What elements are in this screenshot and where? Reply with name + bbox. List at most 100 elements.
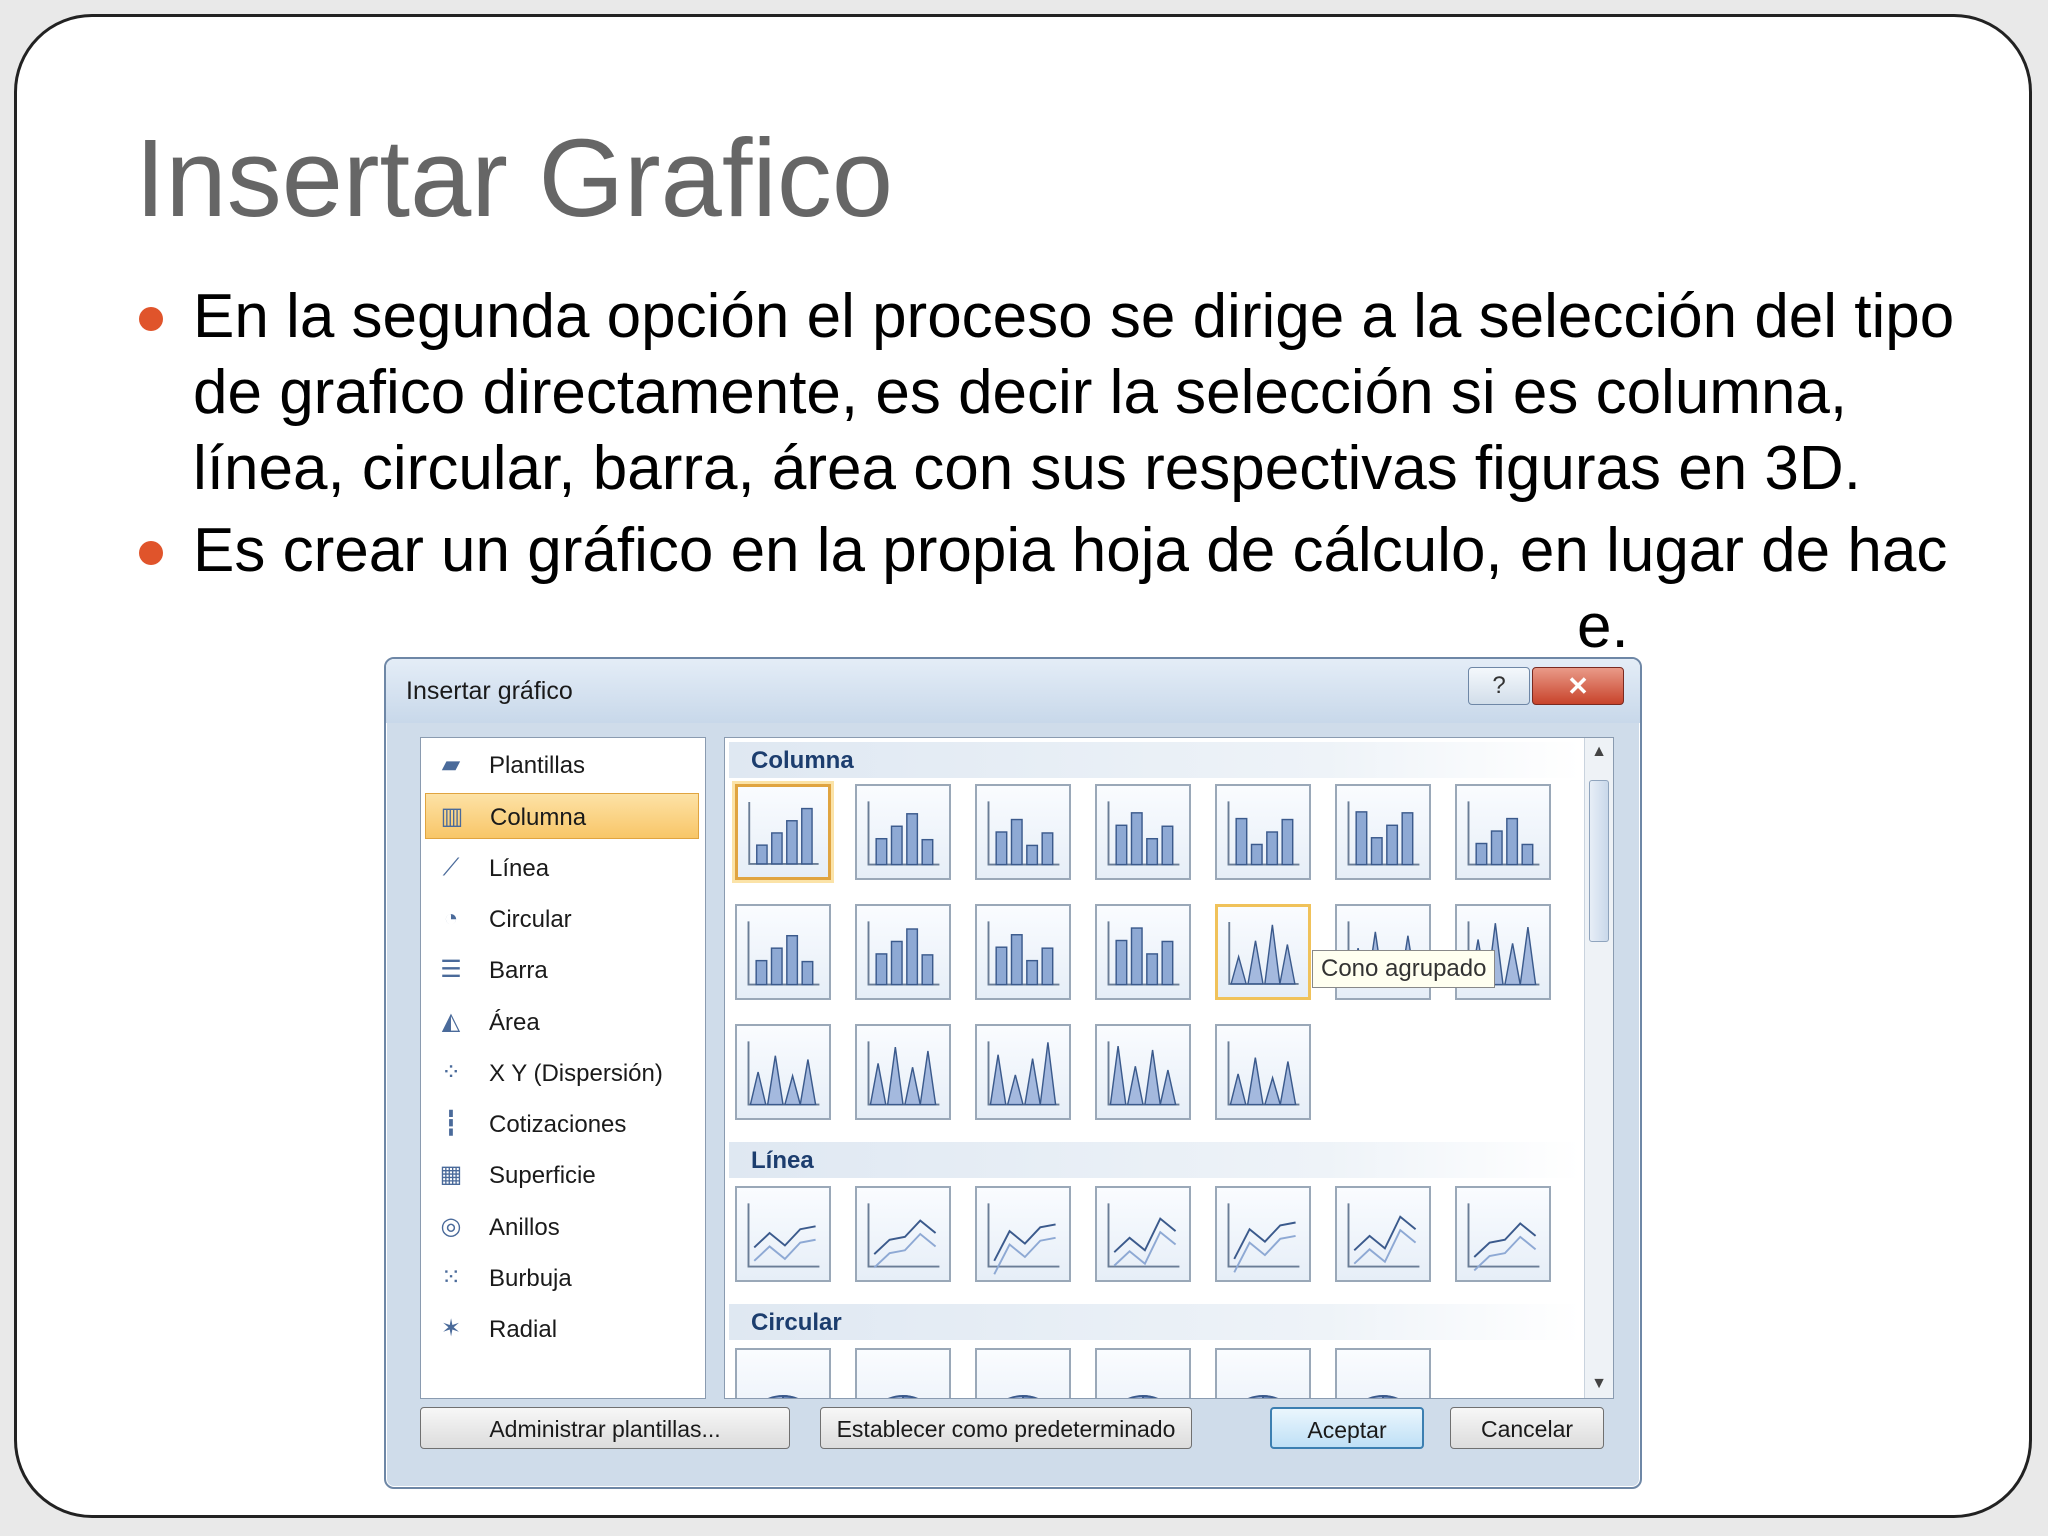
line-icon <box>1227 1203 1300 1273</box>
category-item[interactable]: ⟋ Línea <box>425 845 699 891</box>
column-icon <box>747 921 820 986</box>
line-icon <box>1467 1203 1540 1272</box>
column-chart-icon: ▥ <box>440 803 464 831</box>
column-icon <box>867 921 940 986</box>
bullet-dot-icon <box>139 307 163 331</box>
column-chart-thumbnail[interactable] <box>735 784 831 880</box>
line-chart-thumbnail[interactable] <box>1095 1186 1191 1282</box>
cone-icon <box>1107 1041 1180 1106</box>
line-icon <box>1107 1203 1180 1268</box>
pie-chart-thumbnail[interactable] <box>1335 1348 1431 1398</box>
close-button[interactable]: ✕ <box>1532 667 1624 705</box>
category-item[interactable]: ⁙ Burbuja <box>425 1255 699 1301</box>
pie-chart-thumbnail[interactable] <box>735 1348 831 1398</box>
bullet-text: Es crear un gráfico en la propia hoja de… <box>193 516 1948 585</box>
bullet-item: Es crear un gráfico en la propia hoja de… <box>129 513 1973 661</box>
pie-chart-thumbnail[interactable] <box>975 1348 1071 1398</box>
column-icon <box>1107 921 1180 986</box>
cone-chart-thumbnail[interactable] <box>855 1024 951 1120</box>
category-label: Anillos <box>489 1213 560 1241</box>
column-chart-thumbnail[interactable] <box>1215 784 1311 880</box>
column-icon <box>1227 801 1300 866</box>
line-chart-thumbnail[interactable] <box>735 1186 831 1282</box>
cone-chart-thumbnail[interactable] <box>1215 1024 1311 1120</box>
category-label: Barra <box>489 957 548 985</box>
cone-chart-thumbnail[interactable] <box>735 1024 831 1120</box>
pie-icon <box>1368 1395 1398 1398</box>
line-icon <box>747 1203 820 1268</box>
column-chart-thumbnail[interactable] <box>1335 784 1431 880</box>
chart-category-list: ▰ Plantillas ▥ Columna ⟋ Línea ◔ Circular ☰ Barra… <box>420 737 706 1399</box>
category-item[interactable]: ◎ Anillos <box>425 1204 699 1250</box>
category-item[interactable]: ☰ Barra <box>425 947 699 993</box>
column-icon <box>1107 801 1180 866</box>
column-chart-thumbnail[interactable] <box>975 904 1071 1000</box>
category-label: Columna <box>490 804 587 832</box>
set-default-button[interactable]: Establecer como predeterminado <box>820 1407 1192 1449</box>
doughnut-chart-icon: ◎ <box>440 1212 462 1240</box>
column-chart-thumbnail[interactable] <box>735 904 831 1000</box>
pie-icon <box>1248 1395 1278 1398</box>
column-chart-thumbnail[interactable] <box>855 904 951 1000</box>
dialog-titlebar[interactable]: Insertar gráfico ? ✕ <box>386 659 1640 723</box>
section-header-linea: Línea <box>729 1142 1581 1178</box>
bubble-chart-icon: ⁙ <box>440 1264 462 1291</box>
category-label: Área <box>489 1008 540 1036</box>
cone-icon <box>867 1041 940 1106</box>
manage-templates-button[interactable]: Administrar plantillas... <box>420 1407 790 1449</box>
bullet-dot-icon <box>139 541 163 565</box>
column-chart-thumbnail[interactable] <box>1095 904 1191 1000</box>
cone-chart-thumbnail[interactable] <box>975 1024 1071 1120</box>
category-item[interactable]: ◭ Área <box>425 999 699 1045</box>
cone-chart-thumbnail[interactable] <box>1215 904 1311 1000</box>
category-item[interactable]: ⁘ X Y (Dispersión) <box>425 1050 699 1096</box>
column-chart-thumbnail[interactable] <box>1455 784 1551 880</box>
column-chart-thumbnail[interactable] <box>975 784 1071 880</box>
line-chart-thumbnail[interactable] <box>855 1186 951 1282</box>
gallery-scrollbar[interactable]: ▲ ▼ <box>1584 738 1613 1398</box>
line-chart-thumbnail[interactable] <box>975 1186 1071 1282</box>
column-icon <box>867 801 940 866</box>
scroll-down-icon[interactable]: ▼ <box>1585 1370 1613 1398</box>
category-item[interactable]: ▰ Plantillas <box>425 742 699 788</box>
section-label: Circular <box>751 1309 842 1336</box>
bullet-text: En la segunda opción el proceso se dirig… <box>193 282 1955 503</box>
scroll-up-icon[interactable]: ▲ <box>1585 738 1613 766</box>
pie-chart-thumbnail[interactable] <box>855 1348 951 1398</box>
column-chart-thumbnail[interactable] <box>1095 784 1191 880</box>
cone-icon <box>747 1041 820 1106</box>
line-chart-thumbnail[interactable] <box>1335 1186 1431 1282</box>
line-chart-thumbnail[interactable] <box>1215 1186 1311 1282</box>
category-item[interactable]: ◔ Circular <box>425 896 699 942</box>
category-label: X Y (Dispersión) <box>489 1059 663 1087</box>
help-button[interactable]: ? <box>1468 667 1530 705</box>
category-item[interactable]: ┇ Cotizaciones <box>425 1101 699 1147</box>
category-label: Superficie <box>489 1162 596 1190</box>
line-icon <box>1347 1203 1420 1268</box>
category-label: Línea <box>489 854 550 882</box>
line-chart-thumbnail[interactable] <box>1455 1186 1551 1282</box>
slide-title: Insertar Grafico <box>135 117 894 240</box>
category-item[interactable]: ▦ Superficie <box>425 1152 699 1198</box>
category-label: Cotizaciones <box>489 1111 627 1139</box>
section-header-circular: Circular <box>729 1304 1581 1340</box>
dialog-title: Insertar gráfico <box>406 677 573 705</box>
pie-icon <box>1128 1395 1158 1398</box>
column-chart-thumbnail[interactable] <box>855 784 951 880</box>
scroll-thumb[interactable] <box>1589 780 1609 942</box>
cone-chart-thumbnail[interactable] <box>1095 1024 1191 1120</box>
pie-icon <box>1008 1395 1038 1398</box>
cancel-button[interactable]: Cancelar <box>1450 1407 1604 1449</box>
pie-chart-thumbnail[interactable] <box>1215 1348 1311 1398</box>
bar-chart-icon: ☰ <box>440 956 462 984</box>
scatter-chart-icon: ⁘ <box>440 1058 462 1086</box>
folder-icon: ▰ <box>441 751 461 778</box>
category-item[interactable]: ▥ Columna <box>425 793 699 840</box>
pie-icon <box>768 1395 798 1398</box>
bullet-list: En la segunda opción el proceso se dirig… <box>129 279 2009 661</box>
accept-button[interactable]: Aceptar <box>1270 1407 1424 1449</box>
category-label: Circular <box>489 905 572 933</box>
pie-chart-thumbnail[interactable] <box>1095 1348 1191 1398</box>
line-icon <box>867 1203 940 1269</box>
category-item[interactable]: ✶ Radial <box>425 1306 699 1352</box>
